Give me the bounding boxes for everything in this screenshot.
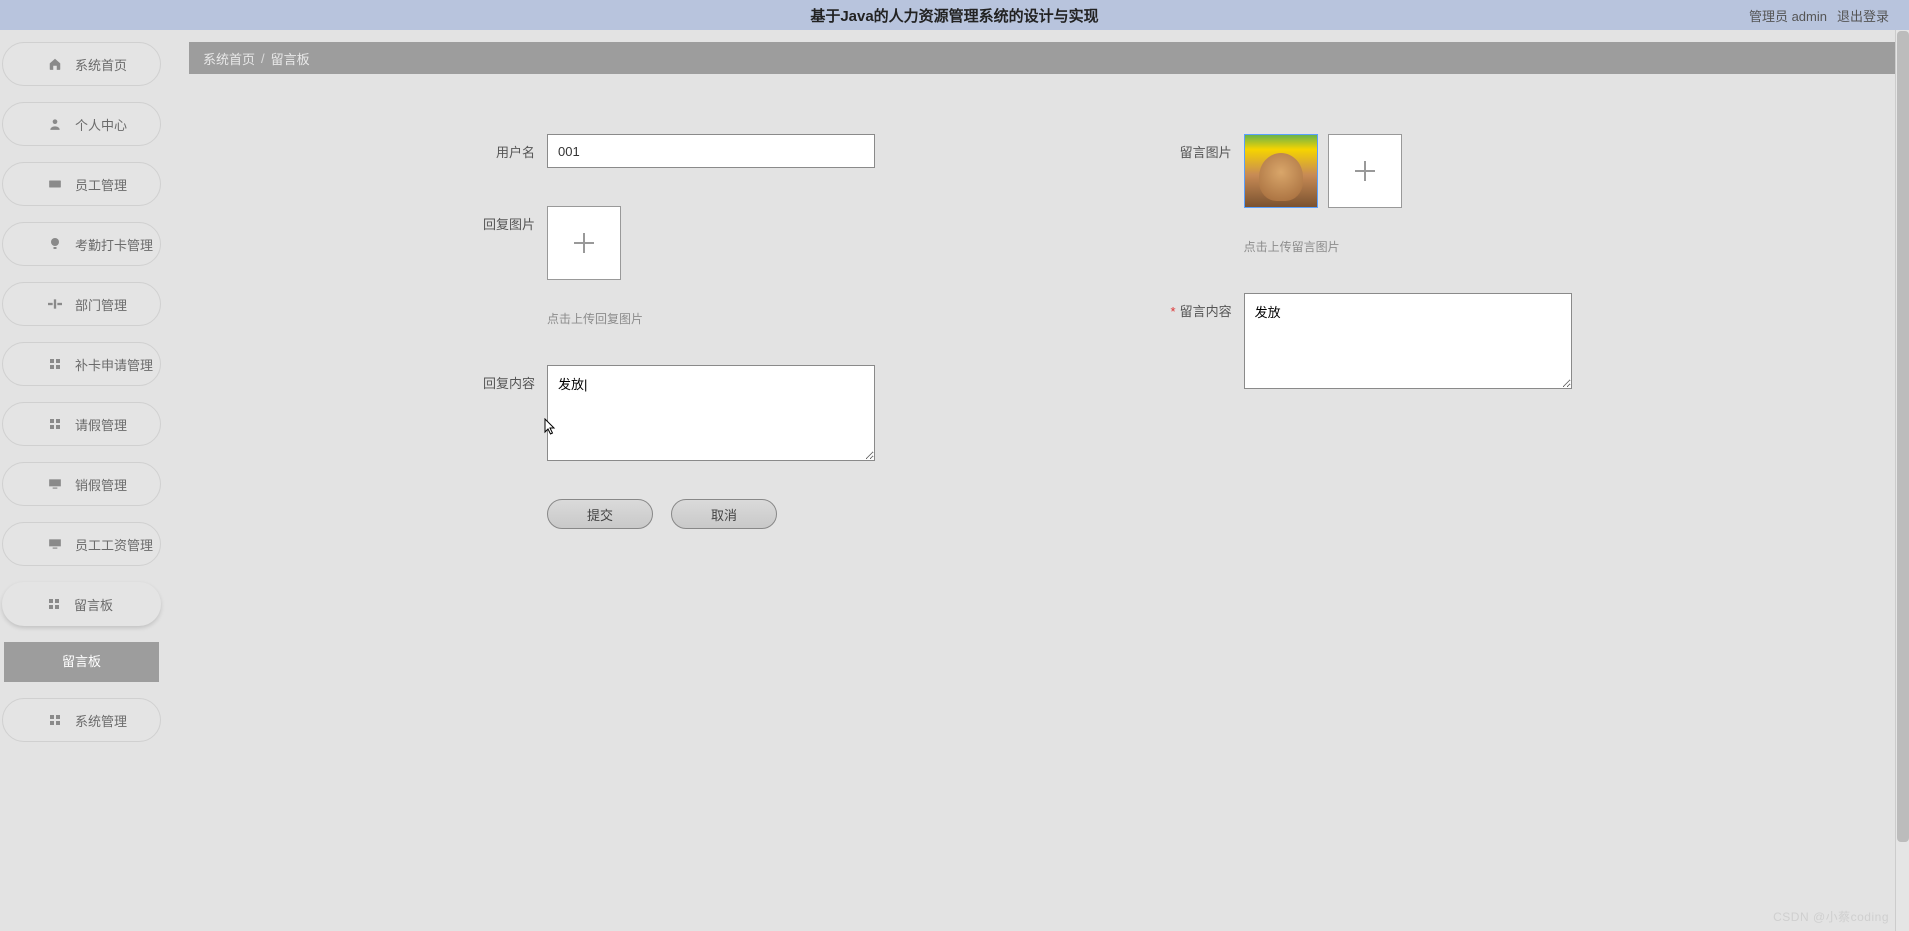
main-content: 系统首页 / 留言板 用户名 回复图片 (165, 30, 1909, 931)
staff-icon (47, 176, 63, 192)
message-image-label: 留言图片 (1146, 134, 1232, 161)
reply-image-hint: 点击上传回复图片 (547, 310, 643, 327)
nav-label: 销假管理 (75, 475, 127, 494)
nav-label: 员工管理 (75, 175, 127, 194)
user-icon (47, 116, 63, 132)
user-role: 管理员 admin (1749, 6, 1827, 25)
grid-icon (47, 416, 63, 432)
nav-item-attendance[interactable]: 考勤打卡管理 (2, 222, 161, 266)
cancel-button[interactable]: 取消 (671, 499, 777, 529)
nav-item-message-board[interactable]: 留言板 (2, 582, 161, 626)
nav-item-card-apply[interactable]: 补卡申请管理 (2, 342, 161, 386)
bulb-icon (47, 236, 63, 252)
reply-content-textarea[interactable] (547, 365, 875, 461)
monitor-icon (47, 476, 63, 492)
breadcrumb-current: 留言板 (271, 49, 310, 68)
watermark: CSDN @小蔡coding (1773, 908, 1889, 925)
nav-item-department[interactable]: 部门管理 (2, 282, 161, 326)
nav-item-employee[interactable]: 员工管理 (2, 162, 161, 206)
message-image-upload[interactable] (1328, 134, 1402, 208)
reply-image-label: 回复图片 (449, 206, 535, 233)
nav-label: 系统管理 (75, 711, 127, 730)
nav-label: 补卡申请管理 (75, 355, 153, 374)
nav-item-leave[interactable]: 请假管理 (2, 402, 161, 446)
nav-item-home[interactable]: 系统首页 (2, 42, 161, 86)
nav-label: 请假管理 (75, 415, 127, 434)
nav-label: 员工工资管理 (75, 535, 153, 554)
grid-icon (46, 596, 62, 612)
submit-button[interactable]: 提交 (547, 499, 653, 529)
nav-item-system[interactable]: 系统管理 (2, 698, 161, 742)
nav-label: 系统首页 (75, 55, 127, 74)
breadcrumb-sep: / (261, 51, 265, 66)
breadcrumb: 系统首页 / 留言板 (189, 42, 1897, 74)
message-image-thumb (1244, 134, 1318, 208)
reply-content-label: 回复内容 (449, 365, 535, 392)
username-input[interactable] (547, 134, 875, 168)
nav-item-salary[interactable]: 员工工资管理 (2, 522, 161, 566)
dept-icon (47, 296, 63, 312)
page-title: 基于Java的人力资源管理系统的设计与实现 (810, 5, 1098, 26)
plus-icon (570, 229, 598, 257)
nav-label: 部门管理 (75, 295, 127, 314)
home-icon (47, 56, 63, 72)
grid-icon (47, 712, 63, 728)
user-info: 管理员 admin 退出登录 (1749, 6, 1889, 25)
message-image-hint: 点击上传留言图片 (1244, 238, 1402, 255)
nav-label: 留言板 (74, 595, 113, 614)
message-content-textarea[interactable] (1244, 293, 1572, 389)
reply-image-upload[interactable] (547, 206, 621, 280)
nav-label: 考勤打卡管理 (75, 235, 153, 254)
monitor-icon (47, 536, 63, 552)
plus-icon (1351, 157, 1379, 185)
sub-nav-message-board[interactable]: 留言板 (4, 642, 159, 682)
grid-icon (47, 356, 63, 372)
logout-link[interactable]: 退出登录 (1837, 6, 1889, 25)
nav-item-profile[interactable]: 个人中心 (2, 102, 161, 146)
message-content-label: 留言内容 (1146, 293, 1232, 320)
nav-label: 个人中心 (75, 115, 127, 134)
breadcrumb-home[interactable]: 系统首页 (203, 49, 255, 68)
sidebar: 系统首页 个人中心 员工管理 考勤打卡管理 部门管理 补卡申请管理 请假管理 (0, 30, 165, 931)
top-header: 基于Java的人力资源管理系统的设计与实现 管理员 admin 退出登录 (0, 0, 1909, 30)
username-label: 用户名 (449, 134, 535, 161)
scrollbar-thumb[interactable] (1897, 31, 1909, 842)
scrollbar-track[interactable] (1895, 30, 1909, 931)
nav-item-leave-cancel[interactable]: 销假管理 (2, 462, 161, 506)
